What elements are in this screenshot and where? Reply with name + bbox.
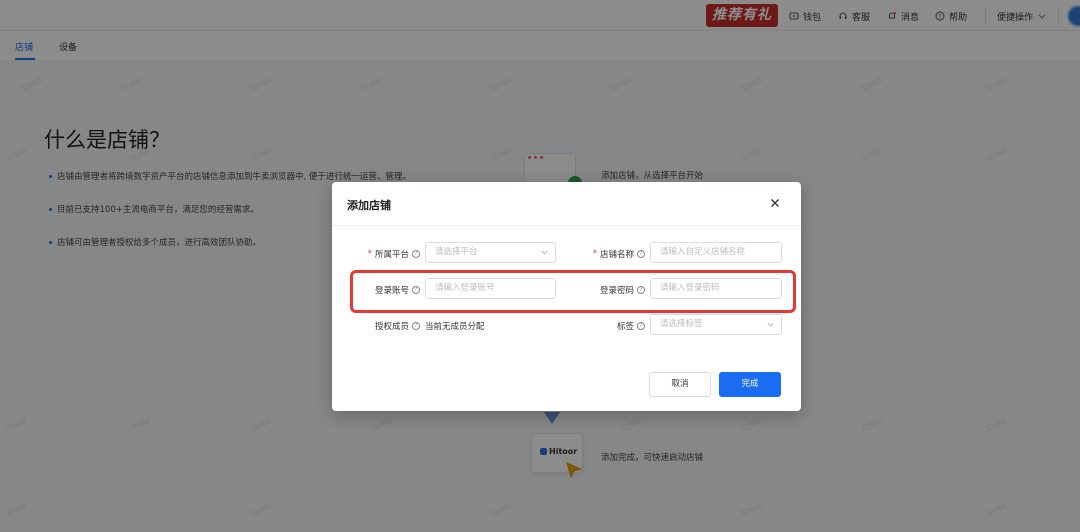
chevron-down-icon: [767, 322, 774, 327]
tags-select[interactable]: 请选择标签: [650, 314, 782, 335]
platform-select[interactable]: 请选择平台: [425, 242, 556, 263]
tags-placeholder: 请选择标签: [660, 319, 703, 329]
dialog-title: 添加店铺: [347, 199, 391, 212]
shop-name-input[interactable]: 请输入自定义店铺名称: [650, 242, 782, 263]
dialog-header: 添加店铺: [332, 182, 801, 226]
confirm-button[interactable]: 完成: [719, 372, 781, 397]
tags-label-text: 标签: [616, 322, 634, 332]
help-icon[interactable]: ?: [412, 322, 420, 330]
credentials-highlight-box: [350, 270, 796, 313]
platform-placeholder: 请选择平台: [435, 247, 478, 257]
shop-name-label-text: 店铺名称: [599, 250, 634, 260]
chevron-down-icon: [541, 250, 548, 255]
required-mark: *: [592, 249, 597, 259]
help-icon[interactable]: ?: [412, 250, 420, 258]
platform-label: * 所属平台 ?: [350, 248, 420, 260]
tags-label: 标签 ?: [572, 320, 645, 332]
shop-name-placeholder: 请输入自定义店铺名称: [660, 247, 746, 257]
shop-name-label: * 店铺名称 ?: [572, 248, 645, 260]
cancel-button[interactable]: 取消: [649, 372, 711, 397]
close-icon[interactable]: [768, 196, 782, 210]
members-label: 授权成员 ?: [350, 320, 420, 332]
members-value: 当前无成员分配: [425, 322, 485, 332]
members-label-text: 授权成员: [374, 322, 409, 332]
platform-label-text: 所属平台: [374, 250, 409, 260]
help-icon[interactable]: ?: [637, 322, 645, 330]
help-icon[interactable]: ?: [637, 250, 645, 258]
required-mark: *: [367, 249, 372, 259]
